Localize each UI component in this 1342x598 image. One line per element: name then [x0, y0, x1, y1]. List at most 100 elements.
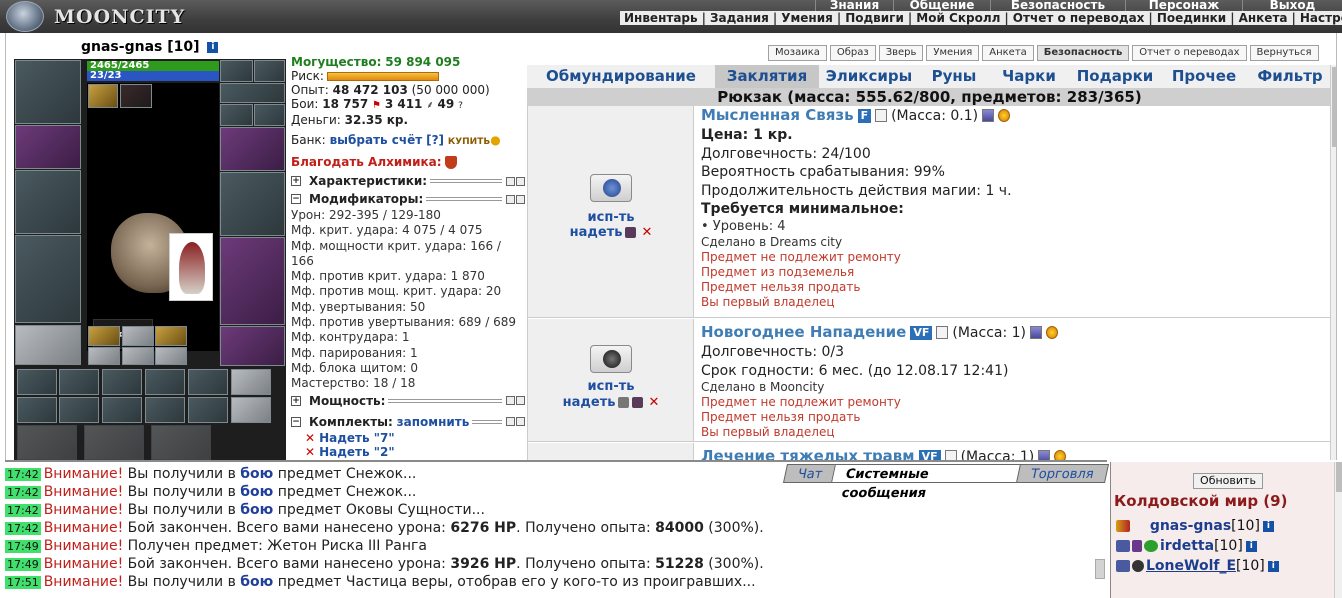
tab-system-messages[interactable]: Системные сообщения: [831, 464, 1023, 501]
rune-slot-2[interactable]: [122, 326, 154, 346]
tab-gifts[interactable]: Подарки: [1069, 65, 1161, 88]
gift-icon[interactable]: [1038, 450, 1051, 460]
gift-icon[interactable]: [1030, 326, 1043, 339]
sun-icon[interactable]: [1046, 326, 1059, 339]
move-up-icon[interactable]: [506, 417, 515, 427]
move-down-icon[interactable]: [516, 396, 525, 406]
empty-slot-2[interactable]: [84, 425, 144, 460]
ring-slot-3[interactable]: [220, 104, 253, 126]
earring-slot[interactable]: [220, 60, 253, 82]
spell-slot-11[interactable]: [188, 397, 228, 423]
bank-buy-button[interactable]: КУПИТЬ: [448, 137, 490, 147]
user-nick[interactable]: irdetta: [1160, 538, 1214, 554]
weapon-slot[interactable]: [15, 170, 81, 234]
spell-slot-4[interactable]: [145, 369, 185, 395]
tab-trade[interactable]: Торговля: [1016, 464, 1110, 483]
ring-slot[interactable]: [120, 84, 152, 108]
online-user[interactable]: irdetta[10] i: [1116, 537, 1257, 555]
online-user[interactable]: gnas-gnas[10] i: [1116, 517, 1274, 535]
wear-icon[interactable]: [632, 397, 644, 408]
message-time[interactable]: 17:51: [5, 575, 41, 589]
user-nick[interactable]: LoneWolf_E: [1146, 558, 1236, 574]
rune-slot-6[interactable]: [155, 347, 187, 365]
chat-scrollbar-thumb[interactable]: [1095, 559, 1105, 579]
message-time[interactable]: 17:49: [5, 539, 41, 553]
collapse-icon[interactable]: −: [291, 194, 301, 204]
message-time[interactable]: 17:42: [5, 485, 41, 499]
item-title[interactable]: Лечение тяжелых травм: [701, 447, 915, 460]
tab-security[interactable]: Безопасность: [1036, 45, 1130, 61]
bracers-slot[interactable]: [15, 125, 81, 169]
spell-slot-10[interactable]: [145, 397, 185, 423]
move-up-icon[interactable]: [506, 176, 515, 186]
scrollbar-thumb[interactable]: [1336, 462, 1342, 492]
move-down-icon[interactable]: [516, 194, 525, 204]
info-icon[interactable]: i: [1262, 520, 1274, 532]
sub-menu-profile[interactable]: Анкета: [1235, 11, 1292, 25]
info-icon[interactable]: i: [207, 41, 219, 53]
belt-slot[interactable]: [15, 325, 81, 365]
ring-slot-4[interactable]: [254, 104, 285, 126]
power-header[interactable]: + Мощность:: [291, 392, 525, 410]
message-time[interactable]: 17:42: [5, 503, 41, 517]
offhand-slot[interactable]: [220, 172, 285, 236]
refresh-button[interactable]: Обновить: [1193, 473, 1263, 489]
gloves-slot[interactable]: [220, 127, 285, 171]
sub-menu-transfers[interactable]: Отчет о переводах: [1009, 11, 1149, 25]
pants-slot[interactable]: [220, 237, 285, 325]
rune-slot-4[interactable]: [88, 347, 120, 365]
spell-slot-8[interactable]: [59, 397, 99, 423]
logo[interactable]: MOONCITY: [0, 0, 280, 33]
shield-icon[interactable]: [445, 156, 458, 169]
tab-elixirs[interactable]: Эликсиры: [819, 65, 919, 88]
delete-kit-icon[interactable]: ✕: [305, 431, 315, 445]
kit-row[interactable]: ✕ Надеть "7": [291, 431, 525, 445]
spell-slot-2[interactable]: [59, 369, 99, 395]
online-user[interactable]: LoneWolf_E[10] i: [1116, 557, 1279, 575]
tab-spells[interactable]: Заклятия: [715, 65, 819, 88]
sun-icon[interactable]: [998, 109, 1011, 122]
item-list-scrollbar[interactable]: [1330, 65, 1336, 460]
tab-profile[interactable]: Анкета: [982, 45, 1034, 61]
move-down-icon[interactable]: [516, 417, 525, 427]
message-time[interactable]: 17:42: [5, 467, 41, 481]
helmet-slot[interactable]: [15, 60, 81, 124]
kit-wear-link[interactable]: Надеть "7": [319, 431, 395, 445]
expand-icon[interactable]: +: [291, 176, 301, 186]
tab-transfers[interactable]: Отчет о переводах: [1132, 45, 1247, 61]
scroll-icon[interactable]: [590, 345, 632, 373]
tab-filter[interactable]: Фильтр: [1247, 65, 1333, 88]
tab-runes[interactable]: Руны: [919, 65, 989, 88]
sun-icon[interactable]: [1054, 450, 1067, 460]
kits-header[interactable]: − Комплекты: запомнить: [291, 413, 525, 431]
spell-slot-6[interactable]: [231, 369, 271, 395]
delete-icon[interactable]: ✕: [641, 225, 652, 240]
rune-slot-1[interactable]: [88, 326, 120, 346]
kit-row[interactable]: ✕ Надеть "2": [291, 445, 525, 459]
sub-menu-my-scroll[interactable]: Мой Скролл: [912, 11, 1004, 25]
kits-save-link[interactable]: запомнить: [397, 415, 470, 429]
message-time[interactable]: 17:42: [5, 521, 41, 535]
sub-menu-duels[interactable]: Поединки: [1153, 11, 1230, 25]
copy-icon[interactable]: [936, 326, 949, 339]
ring-slot-2[interactable]: [220, 83, 285, 103]
empty-slot-3[interactable]: [151, 425, 211, 460]
spell-slot-3[interactable]: [102, 369, 142, 395]
wear-item-link[interactable]: надеть: [563, 395, 616, 410]
move-up-icon[interactable]: [506, 194, 515, 204]
use-item-link[interactable]: исп-ть: [528, 210, 694, 225]
tab-chat[interactable]: Чат: [782, 464, 838, 483]
online-scrollbar[interactable]: [1334, 462, 1342, 598]
collapse-icon[interactable]: −: [291, 416, 301, 427]
scroll-icon[interactable]: [590, 174, 632, 202]
necklace-slot[interactable]: [254, 60, 285, 82]
info-icon[interactable]: i: [1267, 560, 1279, 572]
wear-item-link[interactable]: надеть: [570, 225, 623, 240]
modifiers-header[interactable]: − Модификаторы:: [291, 190, 525, 208]
rune-slot-5[interactable]: [122, 347, 154, 365]
tab-skills[interactable]: Умения: [926, 45, 980, 61]
bank-help-link[interactable]: [?]: [426, 133, 444, 147]
tab-image[interactable]: Образ: [829, 45, 876, 61]
user-nick[interactable]: gnas-gnas: [1150, 518, 1231, 534]
tab-charms[interactable]: Чарки: [989, 65, 1069, 88]
